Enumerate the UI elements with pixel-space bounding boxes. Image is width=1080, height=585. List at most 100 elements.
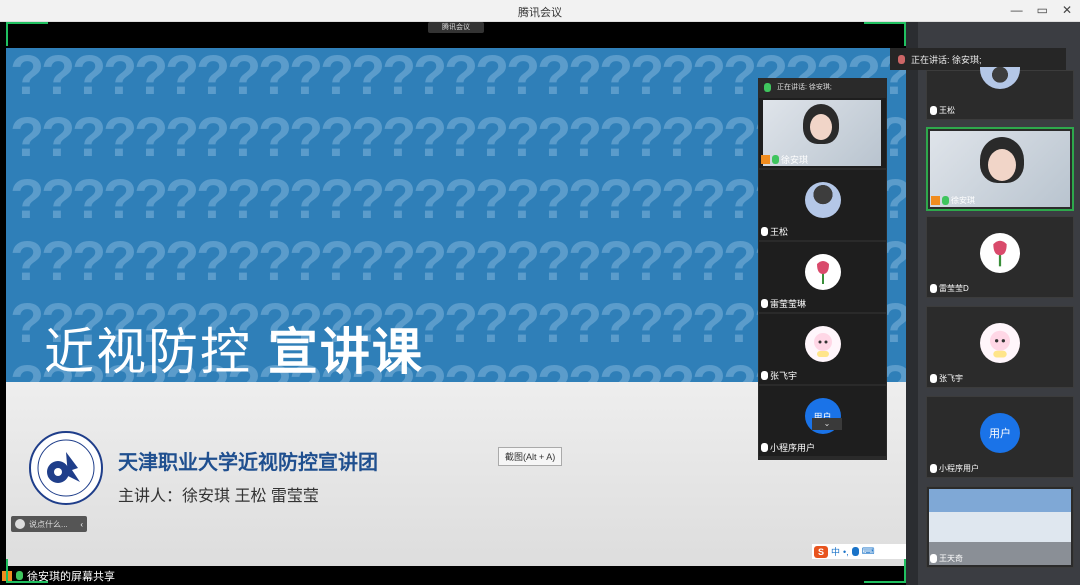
question-mark: ? bbox=[413, 229, 447, 292]
participant-name-text: 张飞宇 bbox=[770, 371, 798, 381]
keyboard-icon[interactable]: ⌨ bbox=[862, 546, 875, 557]
question-mark: ? bbox=[661, 229, 695, 292]
chevron-left-icon[interactable]: ‹ bbox=[80, 520, 83, 529]
close-button[interactable]: ✕ bbox=[1062, 3, 1072, 17]
sidebar-tile-wangtianqi[interactable]: 王天奇 bbox=[926, 486, 1074, 568]
question-mark: ? bbox=[320, 229, 354, 292]
question-mark: ? bbox=[196, 48, 230, 106]
share-frame-corner bbox=[864, 581, 906, 583]
voice-icon[interactable] bbox=[851, 547, 859, 556]
question-mark: ? bbox=[444, 48, 478, 106]
question-mark: ? bbox=[382, 48, 416, 106]
question-mark: ? bbox=[258, 48, 292, 106]
chevron-down-icon[interactable]: ⌄ bbox=[812, 418, 842, 430]
question-mark: ? bbox=[537, 167, 571, 230]
shared-speaking-text: 正在讲话: 徐安琪; bbox=[777, 84, 832, 91]
chat-input-bar[interactable]: 说点什么... ‹ bbox=[11, 516, 87, 532]
ime-punct[interactable]: •, bbox=[843, 547, 849, 557]
question-mark: ? bbox=[568, 229, 602, 292]
question-mark: ? bbox=[320, 48, 354, 106]
minimize-button[interactable]: — bbox=[1011, 3, 1023, 17]
shared-participant-panel: 正在讲话: 徐安琪; 徐安琪 王松 雷莹莹琳 张飞宇 用户 小程序用户 bbox=[758, 78, 887, 460]
participant-name-text: 小程序用户 bbox=[770, 443, 816, 453]
question-mark: ? bbox=[723, 167, 757, 230]
question-mark: ? bbox=[165, 48, 199, 106]
question-mark: ? bbox=[506, 291, 540, 354]
question-mark: ? bbox=[413, 167, 447, 230]
meeting-status-indicator[interactable]: 腾讯会议 bbox=[428, 22, 484, 33]
question-mark: ? bbox=[258, 167, 292, 230]
question-mark: ? bbox=[723, 105, 757, 168]
question-mark: ? bbox=[630, 229, 664, 292]
question-mark: ? bbox=[196, 167, 230, 230]
participant-name-text: 雷莹莹D bbox=[939, 284, 969, 293]
question-mark: ? bbox=[537, 229, 571, 292]
question-mark: ? bbox=[568, 105, 602, 168]
question-mark: ? bbox=[692, 48, 726, 106]
question-mark: ? bbox=[72, 167, 106, 230]
participant-name-text: 徐安琪 bbox=[781, 155, 809, 165]
question-mark: ? bbox=[258, 105, 292, 168]
question-mark: ? bbox=[599, 229, 633, 292]
question-mark: ? bbox=[537, 48, 571, 106]
mic-muted-icon bbox=[930, 284, 937, 293]
sidebar-tile-leiyingying[interactable]: 雷莹莹D bbox=[926, 216, 1074, 298]
slide-title-light: 近视防控 bbox=[44, 323, 252, 381]
mic-icon bbox=[16, 571, 23, 580]
question-mark: ? bbox=[537, 353, 571, 382]
question-mark: ? bbox=[72, 105, 106, 168]
share-frame-corner bbox=[6, 22, 48, 24]
question-mark: ? bbox=[72, 48, 106, 106]
restore-button[interactable]: ▭ bbox=[1037, 3, 1048, 17]
shared-tile-4[interactable]: 张飞宇 bbox=[759, 314, 886, 384]
shared-tile-2[interactable]: 王松 bbox=[759, 170, 886, 240]
question-mark: ? bbox=[382, 105, 416, 168]
question-mark: ? bbox=[289, 167, 323, 230]
shared-tile-3[interactable]: 雷莹莹琳 bbox=[759, 242, 886, 312]
question-mark: ? bbox=[289, 48, 323, 106]
mic-muted-icon bbox=[930, 554, 937, 563]
host-icon bbox=[931, 196, 940, 205]
question-mark: ? bbox=[599, 167, 633, 230]
question-mark: ? bbox=[537, 105, 571, 168]
sidebar-tile-zhangfeiyu[interactable]: 张飞宇 bbox=[926, 306, 1074, 388]
question-mark: ? bbox=[568, 353, 602, 382]
sidebar-tile-xuanqi[interactable]: 徐安琪 bbox=[926, 127, 1074, 211]
question-mark: ? bbox=[134, 167, 168, 230]
tulip-avatar bbox=[980, 233, 1020, 273]
doll-avatar bbox=[804, 326, 841, 362]
ime-lang[interactable]: 中 bbox=[831, 545, 840, 558]
sogou-icon: S bbox=[814, 545, 828, 558]
shared-tile-1[interactable]: 徐安琪 bbox=[759, 98, 886, 168]
participant-name: 徐安琪 bbox=[761, 153, 808, 166]
slide-title-bold: 宣讲课 bbox=[267, 324, 424, 380]
mic-muted-icon bbox=[761, 371, 768, 380]
participant-name-text: 雷莹莹琳 bbox=[770, 299, 807, 309]
question-mark: ? bbox=[568, 167, 602, 230]
sidebar-tile-wangsong[interactable]: 王松 bbox=[926, 67, 1074, 120]
face-shape bbox=[988, 149, 1016, 181]
share-frame-corner bbox=[6, 581, 48, 583]
participant-name-text: 王松 bbox=[939, 106, 955, 115]
ime-toolbar[interactable]: S 中 •, ⌨ bbox=[812, 544, 906, 559]
participant-name: 张飞宇 bbox=[930, 373, 963, 384]
question-mark: ? bbox=[506, 229, 540, 292]
shared-screen-area: ????????????????????????????????????????… bbox=[0, 22, 906, 585]
question-mark: ? bbox=[692, 353, 726, 382]
speaking-indicator: 正在讲话: 徐安琪; bbox=[890, 48, 1066, 70]
question-mark: ? bbox=[537, 291, 571, 354]
question-mark: ? bbox=[506, 353, 540, 382]
question-mark: ? bbox=[10, 167, 44, 230]
question-mark: ? bbox=[320, 167, 354, 230]
mic-muted-icon bbox=[930, 374, 937, 383]
question-mark: ? bbox=[692, 167, 726, 230]
question-mark: ? bbox=[599, 48, 633, 106]
participant-name: 徐安琪 bbox=[931, 195, 975, 206]
question-mark: ? bbox=[506, 48, 540, 106]
question-mark: ? bbox=[630, 48, 664, 106]
slide-title: 近视防控 宣讲课 bbox=[44, 312, 424, 382]
question-mark: ? bbox=[258, 229, 292, 292]
share-frame-corner bbox=[904, 559, 906, 583]
question-mark: ? bbox=[196, 229, 230, 292]
sidebar-tile-miniprogram[interactable]: 用户 小程序用户 bbox=[926, 396, 1074, 478]
